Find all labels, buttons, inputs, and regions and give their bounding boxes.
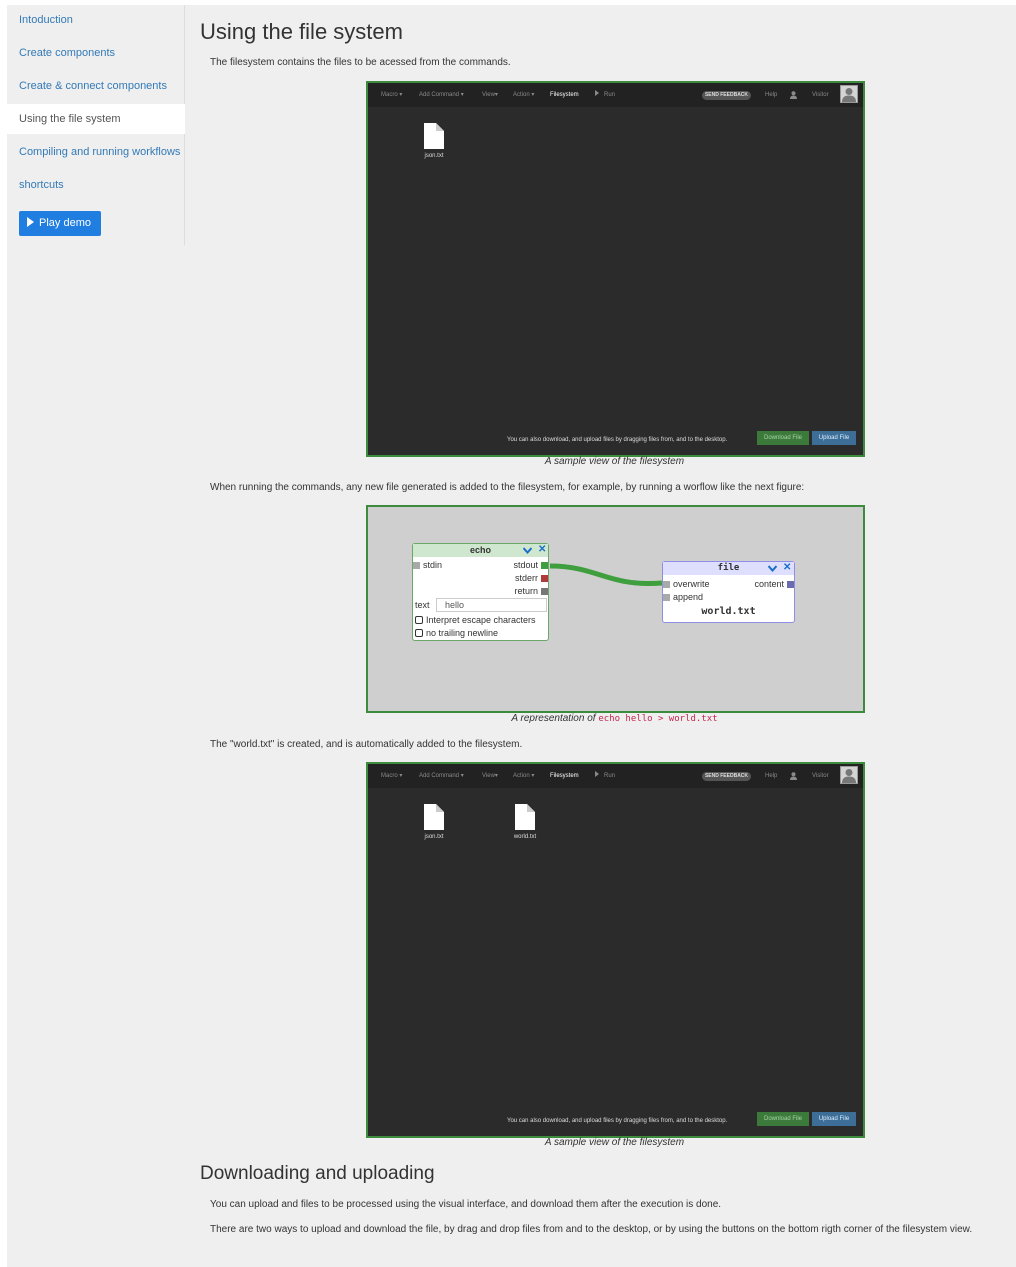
- upload-file-button[interactable]: Upload File: [812, 1112, 856, 1126]
- return-label: return: [514, 586, 538, 596]
- overwrite-label: overwrite: [673, 579, 710, 589]
- file-name: json.txt: [424, 153, 444, 159]
- file-item[interactable]: world.txt: [505, 804, 545, 840]
- file-item[interactable]: json.txt: [414, 123, 454, 159]
- menu-run[interactable]: Run: [595, 83, 615, 107]
- workflow-figure: echo ✕ stdin stdout stderr return text h…: [366, 505, 865, 713]
- page-title: Using the file system: [200, 19, 403, 44]
- intro-paragraph: The filesystem contains the files to be …: [210, 57, 511, 68]
- drag-drop-hint: You can also download, and upload files …: [507, 437, 728, 443]
- text-input-value: hello: [445, 600, 465, 610]
- file-node[interactable]: file ✕ overwrite content append world.tx…: [662, 561, 795, 623]
- avatar[interactable]: [840, 85, 858, 103]
- run-icon: [595, 90, 599, 96]
- running-paragraph: When running the commands, any new file …: [210, 482, 805, 493]
- file-icon: [515, 804, 535, 830]
- no-trailing-newline-checkbox[interactable]: no trailing newline: [415, 628, 498, 639]
- download-file-button[interactable]: Download File: [757, 431, 809, 445]
- content-port[interactable]: [787, 581, 794, 588]
- avatar[interactable]: [840, 766, 858, 784]
- play-demo-label: Play demo: [39, 217, 91, 229]
- created-paragraph: The "world.txt" is created, and is autom…: [210, 739, 523, 750]
- file-icon: [424, 123, 444, 149]
- append-label: append: [673, 592, 704, 602]
- caption-workflow-text: A representation of: [511, 713, 596, 724]
- run-icon: [595, 771, 599, 777]
- close-icon[interactable]: ✕: [538, 545, 546, 555]
- user-icon: [790, 91, 797, 99]
- user-avatar-icon: [842, 88, 856, 102]
- send-feedback-button[interactable]: SEND FEEDBACK: [702, 91, 751, 100]
- file-icon: [424, 804, 444, 830]
- sidebar-item-introduction[interactable]: Intoduction: [7, 5, 185, 35]
- sidebar-item-create-components[interactable]: Create components: [7, 38, 185, 68]
- close-icon[interactable]: ✕: [783, 563, 791, 573]
- menu-add-command[interactable]: Add Command ▾: [419, 83, 464, 107]
- filesystem-screenshot-1: Macro ▾ Add Command ▾ View▾ Action ▾ Fil…: [366, 81, 865, 457]
- play-demo-button[interactable]: Play demo: [19, 211, 101, 236]
- download-file-button[interactable]: Download File: [757, 1112, 809, 1126]
- app-menubar: Macro ▾ Add Command ▾ View▾ Action ▾ Fil…: [368, 83, 863, 107]
- menu-filesystem[interactable]: Filesystem: [550, 764, 579, 788]
- checkbox-box: [415, 616, 423, 624]
- sidebar-nav: Intoduction Create components Create & c…: [7, 5, 185, 245]
- section-heading: Downloading and uploading: [200, 1163, 435, 1184]
- stdin-port[interactable]: [413, 562, 420, 569]
- text-label: text: [415, 600, 430, 610]
- chevron-down-icon[interactable]: [768, 565, 777, 572]
- drag-drop-hint: You can also download, and upload files …: [507, 1118, 728, 1124]
- menu-help[interactable]: Help: [765, 83, 777, 107]
- figure-caption-workflow: A representation of echo hello > world.t…: [366, 713, 863, 724]
- checkbox-box: [415, 629, 423, 637]
- file-name: world.txt: [513, 834, 537, 840]
- echo-node[interactable]: echo ✕ stdin stdout stderr return text h…: [412, 543, 549, 641]
- menu-macro[interactable]: Macro ▾: [381, 764, 402, 788]
- menu-action[interactable]: Action ▾: [513, 764, 534, 788]
- interpret-escape-label: Interpret escape characters: [426, 615, 536, 625]
- text-input[interactable]: hello: [436, 598, 547, 612]
- app-menubar: Macro ▾ Add Command ▾ View▾ Action ▾ Fil…: [368, 764, 863, 788]
- file-node-filename: world.txt: [701, 606, 756, 617]
- append-port[interactable]: [663, 594, 670, 601]
- user-avatar-icon: [842, 769, 856, 783]
- filesystem-screenshot-2: Macro ▾ Add Command ▾ View▾ Action ▾ Fil…: [366, 762, 865, 1138]
- sidebar-item-create-connect-components[interactable]: Create & connect components: [7, 71, 185, 101]
- stderr-port[interactable]: [541, 575, 548, 582]
- menu-visitor[interactable]: Visitor: [812, 764, 829, 788]
- stdout-port[interactable]: [541, 562, 548, 569]
- stderr-label: stderr: [514, 573, 538, 583]
- content-label: content: [754, 579, 784, 589]
- menu-view[interactable]: View▾: [482, 83, 498, 107]
- sidebar-item-shortcuts[interactable]: shortcuts: [7, 170, 185, 200]
- caption-workflow-code: echo hello > world.txt: [598, 714, 718, 724]
- menu-view[interactable]: View▾: [482, 764, 498, 788]
- menu-add-command[interactable]: Add Command ▾: [419, 764, 464, 788]
- play-icon: [27, 217, 34, 227]
- menu-filesystem[interactable]: Filesystem: [550, 83, 579, 107]
- no-trailing-newline-label: no trailing newline: [426, 628, 499, 638]
- send-feedback-button[interactable]: SEND FEEDBACK: [702, 772, 751, 781]
- menu-action[interactable]: Action ▾: [513, 83, 534, 107]
- stdout-label: stdout: [513, 560, 538, 570]
- ways-paragraph: There are two ways to upload and downloa…: [210, 1224, 973, 1235]
- overwrite-port[interactable]: [663, 581, 670, 588]
- menu-help[interactable]: Help: [765, 764, 777, 788]
- file-item[interactable]: json.txt: [414, 804, 454, 840]
- upload-file-button[interactable]: Upload File: [812, 431, 856, 445]
- upload-paragraph: You can upload and files to be processed…: [210, 1199, 722, 1210]
- figure-caption-filesystem-2: A sample view of the filesystem: [544, 1137, 685, 1148]
- return-port[interactable]: [541, 588, 548, 595]
- sidebar-item-compiling-running[interactable]: Compiling and running workflows: [7, 137, 185, 167]
- menu-visitor[interactable]: Visitor: [812, 83, 829, 107]
- menu-macro[interactable]: Macro ▾: [381, 83, 402, 107]
- page: Intoduction Create components Create & c…: [7, 5, 1016, 1267]
- user-icon: [790, 772, 797, 780]
- figure-caption-filesystem-1: A sample view of the filesystem: [544, 456, 685, 467]
- file-name: json.txt: [424, 834, 444, 840]
- menu-run[interactable]: Run: [595, 764, 615, 788]
- interpret-escape-checkbox[interactable]: Interpret escape characters: [415, 615, 536, 626]
- sidebar-item-using-file-system[interactable]: Using the file system: [7, 104, 185, 134]
- chevron-down-icon[interactable]: [523, 547, 532, 554]
- stdin-label: stdin: [423, 560, 443, 570]
